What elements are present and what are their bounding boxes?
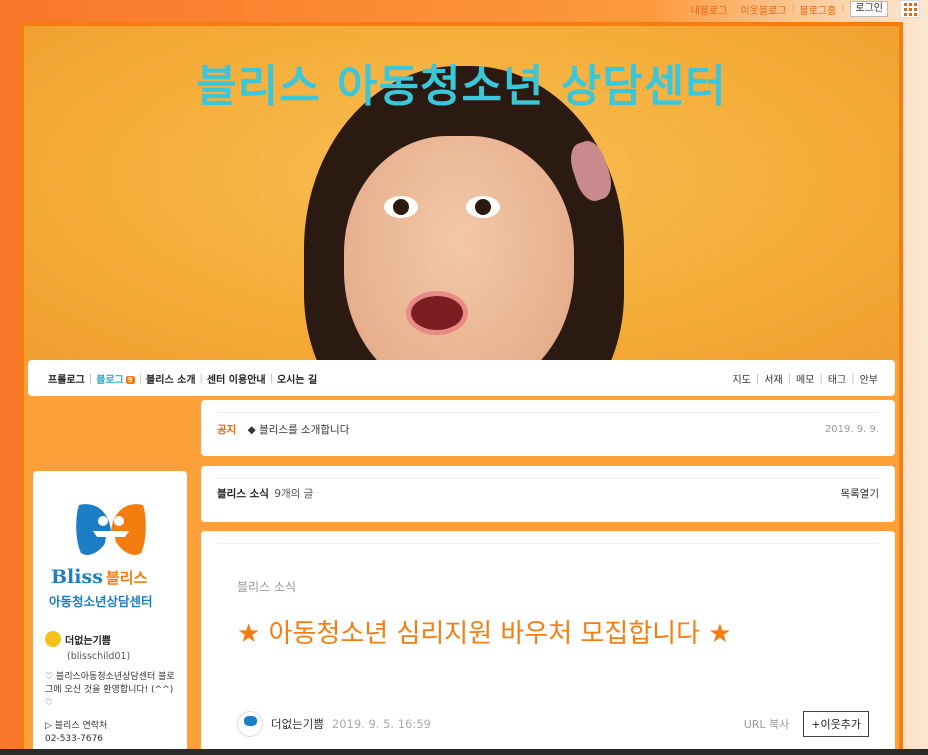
global-nav: 내블로그 | 이웃블로그 | 블로그홈 | 로그인 <box>686 0 888 18</box>
menu-memo[interactable]: 메모 <box>791 371 819 386</box>
category-row: 블리스 소식 9개의 글 목록열기 <box>217 478 879 508</box>
notice-link[interactable]: ◆ 블리스를 소개합니다 <box>248 424 350 436</box>
menu-right: 지도 | 서재 | 메모 | 태그 | 안부 <box>727 371 883 386</box>
blog-frame: 블리스 아동청소년 상담센터 프롤로그 | 블로그 9 | 블리스 소개 | 센터… <box>20 22 903 755</box>
menu-blog-label: 블로그 <box>96 374 124 386</box>
profile-widget: Bliss 블리스 아동청소년상담센터 더없는기쁨 (blisschild01) … <box>33 471 187 755</box>
apps-grid-icon[interactable] <box>900 0 920 18</box>
neighbor-blog-link[interactable]: 이웃블로그 <box>735 2 791 17</box>
menu-guestbook[interactable]: 안부 <box>855 371 883 386</box>
bliss-logo-icon <box>76 504 146 555</box>
menu-left: 프롤로그 | 블로그 9 | 블리스 소개 | 센터 이용안내 | 오시는 길 <box>44 371 321 386</box>
post-author[interactable]: 더없는기쁨 <box>271 716 324 732</box>
header-banner: 블리스 아동청소년 상담센터 <box>24 26 899 360</box>
notice-tag: 공지 <box>217 424 237 436</box>
contact-label: ▷ 블리스 연락처 <box>45 721 108 731</box>
taskbar-strip <box>0 749 928 755</box>
post-category[interactable]: 블리스 소식 <box>237 578 879 595</box>
menu-guide[interactable]: 센터 이용안내 <box>203 371 270 386</box>
banner-photo-mouth <box>406 291 468 335</box>
post-date: 2019. 9. 5. 16:59 <box>331 717 431 731</box>
banner-photo-eye <box>384 196 418 218</box>
my-blog-link[interactable]: 내블로그 <box>686 2 733 17</box>
logo-text: Bliss 블리스 <box>51 566 147 588</box>
login-button[interactable]: 로그인 <box>850 1 888 17</box>
bliss-logo[interactable]: Bliss 블리스 아동청소년상담센터 <box>45 481 175 609</box>
contact-phone: 02-533-7676 <box>45 734 104 744</box>
category-name[interactable]: 블리스 소식 <box>217 488 269 500</box>
menu-blog[interactable]: 블로그 9 <box>92 371 138 386</box>
author-avatar[interactable] <box>237 711 263 737</box>
profile-nickname[interactable]: 더없는기쁨 <box>45 631 175 647</box>
logo-subtext: 아동청소년상담센터 <box>49 594 153 609</box>
post-title[interactable]: ★ 아동청소년 심리지원 바우처 모집합니다 ★ <box>237 613 879 650</box>
logo-text-en: Bliss <box>51 566 103 588</box>
blog-title[interactable]: 블리스 아동청소년 상담센터 <box>24 50 899 114</box>
new-badge: 9 <box>125 375 135 384</box>
post-meta: 더없는기쁨 2019. 9. 5. 16:59 URL 복사 +이웃추가 <box>237 711 869 737</box>
add-neighbor-button[interactable]: +이웃추가 <box>803 711 869 737</box>
open-list-button[interactable]: 목록열기 <box>840 486 879 501</box>
post-card: 블리스 소식 ★ 아동청소년 심리지원 바우처 모집합니다 ★ 더없는기쁨 20… <box>201 531 895 755</box>
notice-row: 공지 ◆ 블리스를 소개합니다 2019. 9. 9. <box>217 412 879 446</box>
profile-user-id: (blisschild01) <box>67 651 131 662</box>
profile-contact: ▷ 블리스 연락처 02-533-7676 <box>45 720 175 746</box>
menu-map[interactable]: 지도 <box>727 371 755 386</box>
blog-home-link[interactable]: 블로그홈 <box>795 2 842 17</box>
notice-date: 2019. 9. 9. <box>824 424 879 435</box>
notice-box: 공지 ◆ 블리스를 소개합니다 2019. 9. 9. <box>201 400 895 456</box>
category-box: 블리스 소식 9개의 글 목록열기 <box>201 466 895 522</box>
smile-emoji-icon <box>45 631 61 647</box>
menu-directions[interactable]: 오시는 길 <box>273 371 321 386</box>
nickname-text: 더없는기쁨 <box>65 635 111 647</box>
menu-library[interactable]: 서재 <box>759 371 787 386</box>
profile-intro: ♡ 블리스아동청소년상담센터 블로그에 오신 것을 환영합니다! (^^) ♡ <box>45 672 175 708</box>
menu-tag[interactable]: 태그 <box>823 371 851 386</box>
banner-photo-eye <box>466 196 500 218</box>
menu-prologue[interactable]: 프롤로그 <box>44 371 89 386</box>
post-top-rule <box>217 543 879 544</box>
url-copy-button[interactable]: URL 복사 <box>744 716 790 732</box>
category-count: 9개의 글 <box>274 488 314 500</box>
blog-menu-bar: 프롤로그 | 블로그 9 | 블리스 소개 | 센터 이용안내 | 오시는 길 지… <box>28 360 895 396</box>
logo-text-ko: 블리스 <box>105 569 148 587</box>
divider: | <box>841 4 845 14</box>
menu-about[interactable]: 블리스 소개 <box>142 371 199 386</box>
